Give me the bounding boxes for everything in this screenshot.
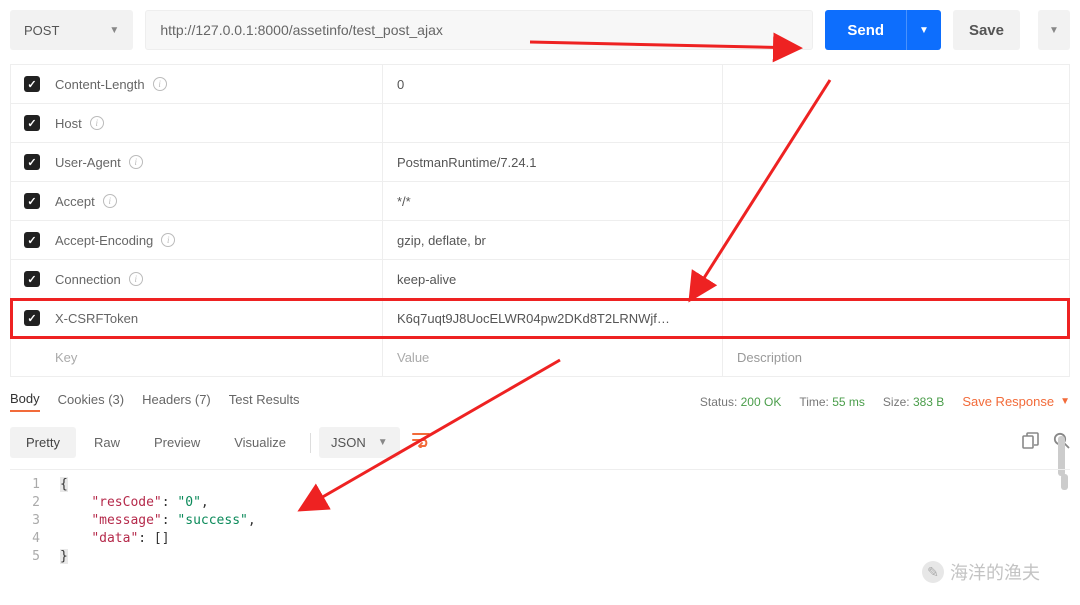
table-row: ✓ Accepti */* (11, 182, 1069, 221)
view-visualize[interactable]: Visualize (218, 427, 302, 458)
header-checkbox[interactable]: ✓ (24, 310, 40, 326)
code-line: 4 "data": [] (10, 530, 1070, 548)
headers-table: ✓Content-Lengthi0✓Hosti✓User-AgentiPostm… (10, 64, 1070, 377)
header-key[interactable]: Accept-Encoding (55, 233, 153, 248)
info-icon[interactable]: i (161, 233, 175, 247)
save-options-button[interactable]: ▼ (1038, 10, 1070, 50)
header-value[interactable] (383, 104, 723, 142)
tab-body[interactable]: Body (10, 391, 40, 412)
http-method-label: POST (24, 23, 59, 38)
header-checkbox[interactable]: ✓ (24, 154, 40, 170)
info-icon[interactable]: i (90, 116, 104, 130)
scrollbar-vertical[interactable] (1061, 474, 1068, 490)
response-body: 1{2 "resCode": "0",3 "message": "success… (10, 469, 1070, 566)
header-value[interactable]: */* (383, 182, 723, 220)
send-button[interactable]: Send ▼ (825, 10, 941, 50)
header-value[interactable]: PostmanRuntime/7.24.1 (383, 143, 723, 181)
header-value[interactable]: gzip, deflate, br (383, 221, 723, 259)
header-key[interactable]: Host (55, 116, 82, 131)
header-checkbox[interactable]: ✓ (24, 232, 40, 248)
code-line: 5} (10, 548, 1070, 566)
header-checkbox[interactable]: ✓ (24, 115, 40, 131)
wrap-lines-button[interactable] (402, 426, 440, 459)
watermark: ✎ 海洋的渔夫 (922, 559, 1040, 585)
status-label: Status: 200 OK (700, 395, 781, 409)
table-row: ✓ Content-Length i 0 (11, 65, 1069, 104)
view-preview[interactable]: Preview (138, 427, 216, 458)
code-line: 3 "message": "success", (10, 512, 1070, 530)
url-value: http://127.0.0.1:8000/assetinfo/test_pos… (160, 22, 443, 38)
http-method-select[interactable]: POST ▼ (10, 10, 133, 50)
header-key[interactable]: Connection (55, 272, 121, 287)
time-label: Time: 55 ms (799, 395, 865, 409)
response-tabs: Body Cookies (3) Headers (7) Test Result… (10, 391, 1070, 418)
info-icon[interactable]: i (129, 155, 143, 169)
wechat-icon: ✎ (922, 561, 944, 583)
info-icon[interactable]: i (129, 272, 143, 286)
header-value[interactable]: 0 (383, 65, 723, 103)
view-raw[interactable]: Raw (78, 427, 136, 458)
tab-cookies[interactable]: Cookies (3) (58, 392, 124, 411)
tab-test-results[interactable]: Test Results (229, 392, 300, 411)
chevron-down-icon: ▼ (1060, 396, 1070, 407)
table-row: ✓ Hosti (11, 104, 1069, 143)
view-pretty[interactable]: Pretty (10, 427, 76, 458)
header-value[interactable]: K6q7uqt9J8UocELWR04pw2DKd8T2LRNWjf… (383, 299, 723, 337)
info-icon[interactable]: i (103, 194, 117, 208)
table-row: ✓ X-CSRFToken K6q7uqt9J8UocELWR04pw2DKd8T2… (11, 299, 1069, 338)
table-row: ✓ User-Agent i PostmanRuntime/7.24.1 (11, 143, 1069, 182)
send-dropdown[interactable]: ▼ (906, 10, 941, 50)
info-icon[interactable]: i (153, 77, 167, 91)
save-response-button[interactable]: Save Response▼ (962, 394, 1070, 409)
send-label: Send (825, 22, 906, 39)
tab-headers[interactable]: Headers (7) (142, 392, 211, 411)
code-line: 1{ (10, 476, 1070, 494)
header-value[interactable]: keep-alive (383, 260, 723, 298)
header-key[interactable]: User-Agent (55, 155, 121, 170)
format-select[interactable]: JSON▼ (319, 427, 400, 458)
table-row: ✓ Accept-Encoding i gzip, deflate, br (11, 221, 1069, 260)
header-key[interactable]: Content-Length (55, 77, 145, 92)
header-checkbox[interactable]: ✓ (24, 76, 40, 92)
header-checkbox[interactable]: ✓ (24, 271, 40, 287)
url-input[interactable]: http://127.0.0.1:8000/assetinfo/test_pos… (145, 10, 813, 50)
header-key[interactable]: Accept (55, 194, 95, 209)
view-toolbar: Pretty Raw Preview Visualize JSON▼ (10, 418, 1070, 465)
chevron-down-icon: ▼ (109, 25, 119, 36)
header-checkbox[interactable]: ✓ (24, 193, 40, 209)
save-button[interactable]: Save (953, 10, 1020, 50)
header-key[interactable]: X-CSRFToken (55, 311, 138, 326)
table-row-new[interactable]: KeyValueDescription (11, 338, 1069, 377)
code-line: 2 "resCode": "0", (10, 494, 1070, 512)
save-label: Save (953, 22, 1020, 39)
table-row: ✓ Connection i keep-alive (11, 260, 1069, 299)
copy-icon[interactable] (1022, 432, 1039, 454)
size-label: Size: 383 B (883, 395, 944, 409)
chevron-down-icon: ▼ (378, 437, 388, 448)
